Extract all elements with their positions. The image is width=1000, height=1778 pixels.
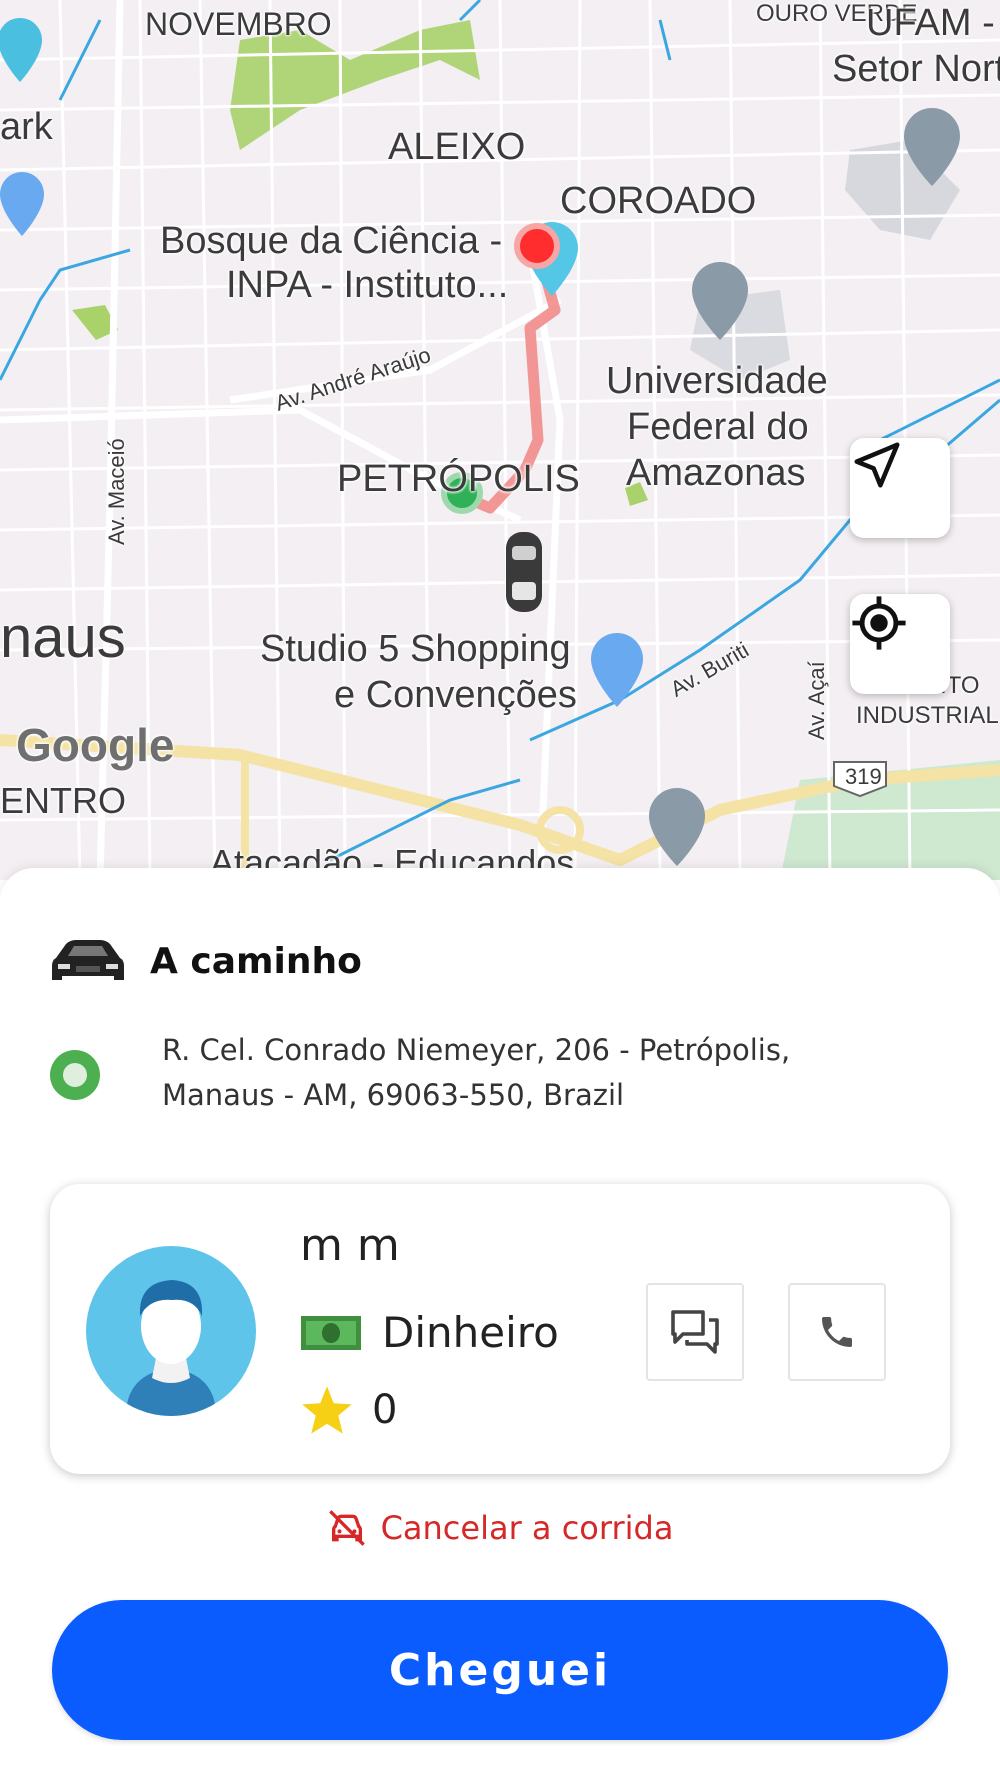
map-label-universidade-3: Amazonas [626,452,806,494]
navigate-button[interactable] [850,438,950,538]
map-label-aleixo: ALEIXO [388,126,526,168]
my-location-button[interactable] [850,594,950,694]
phone-icon [822,1317,852,1347]
car-icon [52,940,124,980]
cancel-ride-label: Cancelar a corrida [380,1509,674,1547]
chat-icon [671,1310,719,1354]
map-label-novembro: NOVEMBRO [145,6,332,42]
arrived-button-label: Cheguei [388,1644,612,1696]
map-label-bosque-1: Bosque da Ciência - [160,220,503,262]
map-label-av-maceio: Av. Maceió [104,438,129,545]
ride-bottom-sheet: A caminho R. Cel. Conrado Niemeyer, 206 … [0,868,1000,1778]
map-label-universidade-1: Universidade [606,360,828,402]
my-location-icon [852,596,906,650]
ride-status: A caminho [50,936,362,986]
google-logo: Google [16,719,175,771]
passenger-rating: 0 [300,1384,397,1436]
passenger-card: m m Dinheiro 0 [50,1184,950,1474]
map-label-centro: ENTRO [0,780,126,821]
map-label-industrial: INDUSTRIAL [856,702,999,729]
avatar-person-icon [126,1280,216,1416]
cancel-ride-button[interactable]: Cancelar a corrida [0,1508,1000,1548]
map-label-studio-1: Studio 5 Shopping [260,628,571,670]
map-label-route-319: 319 [845,764,882,789]
passenger-rating-value: 0 [372,1387,398,1433]
address-line-2: Manaus - AM, 69063-550, Brazil [162,1078,625,1112]
ride-status-text: A caminho [150,940,362,982]
passenger-name: m m [300,1220,400,1271]
car-marker-icon [506,532,542,612]
passenger-avatar [86,1246,256,1416]
map-label-manaus: naus [0,605,126,670]
cash-icon [301,1315,361,1350]
address-line-1: R. Cel. Conrado Niemeyer, 206 - Petrópol… [162,1033,791,1067]
map-label-setor-norte: Setor Nort [832,48,1000,90]
map-label-ufam: UFAM - [866,2,995,44]
destination-marker [514,223,560,269]
payment-method: Dinheiro [300,1308,559,1357]
map-label-park: ark [0,106,53,148]
call-button[interactable] [788,1283,886,1381]
map-label-petropolis: PETRÓPOLIS [337,458,580,500]
map-label-av-acai: Av. Açaí [804,661,829,740]
map-label-studio-2: e Convenções [334,674,577,716]
cancel-car-icon [328,1510,365,1546]
map-label-universidade-2: Federal do [627,406,809,448]
chat-button[interactable] [646,1283,744,1381]
arrived-button[interactable]: Cheguei [52,1600,948,1740]
pickup-marker-icon [50,1050,100,1100]
map-view[interactable]: NOVEMBRO OURO VERDE UFAM - Setor Nort ar… [0,0,1000,880]
star-icon [302,1386,352,1434]
navigation-arrow-icon [854,442,900,488]
map-label-bosque-2: INPA - Instituto... [226,264,509,306]
map-label-coroado: COROADO [560,180,757,222]
payment-method-label: Dinheiro [382,1308,559,1357]
pickup-address-text: R. Cel. Conrado Niemeyer, 206 - Petrópol… [162,1028,922,1118]
